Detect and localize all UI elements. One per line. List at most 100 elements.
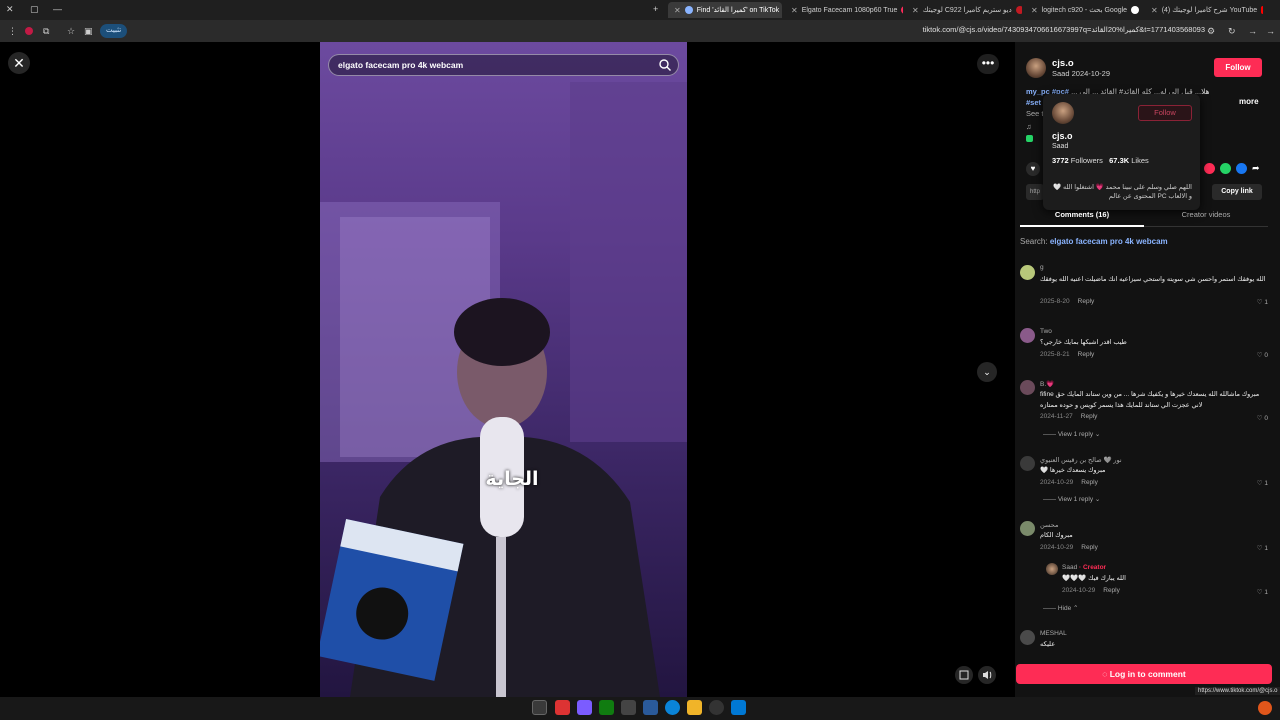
url-field[interactable]: tiktok.com/@cjs.o/video/7430934706616673… [923,25,1205,34]
follow-button[interactable]: Follow [1214,58,1262,77]
close-tab-icon[interactable]: ✕ [791,6,798,15]
forward-icon[interactable]: → [1248,25,1257,37]
close-tab-icon[interactable]: ✕ [1151,6,1158,15]
back-icon[interactable]: → [1266,25,1275,37]
reply-like[interactable]: ♡ 1 [1257,588,1268,596]
window-minimize-icon[interactable]: — [53,3,62,15]
commenter-avatar[interactable] [1020,380,1035,395]
picture-in-picture-icon[interactable] [955,666,973,684]
hide-replies-button[interactable]: —— Hide ⌃ [1043,604,1078,612]
reply-button[interactable]: Reply [1103,587,1120,594]
edge-taskbar-icon[interactable] [665,700,680,715]
comment-text: مبروك ماشالله الله يسعدك خيرها و يكفيك ش… [1040,391,1260,398]
view-replies-button[interactable]: —— View 1 reply ⌄ [1043,495,1100,503]
login-to-comment-button[interactable]: ◌ Log in to comment [1016,664,1272,684]
chrome-taskbar-icon[interactable] [532,700,547,715]
site-settings-icon[interactable]: ⚙ [1207,25,1215,37]
view-replies-button[interactable]: —— View 1 reply ⌄ [1043,430,1100,438]
followers-label: Followers [1070,156,1103,165]
comment-like[interactable]: ♡ 1 [1257,479,1268,487]
reply-username[interactable]: Saad [1062,564,1077,571]
reply-button[interactable]: Reply [1078,351,1095,358]
hovercard-follow-button[interactable]: Follow [1138,105,1192,121]
xbox-taskbar-icon[interactable] [599,700,614,715]
comment-username[interactable]: g [1040,264,1044,271]
author-username[interactable]: cjs.o [1052,58,1074,69]
extension-icon[interactable] [25,27,33,35]
hovercard-avatar[interactable] [1052,102,1074,124]
close-tab-icon[interactable]: ✕ [912,6,919,15]
comment-username[interactable]: محسن [1040,521,1058,529]
comment-username[interactable]: B.💗 [1040,380,1054,388]
comment-like[interactable]: ♡ 1 [1257,298,1268,306]
tab-title: Find 'كميرا القائد' on TikTok [696,7,780,14]
tab-comments[interactable]: Comments (16) [1020,210,1144,227]
hovercard-username[interactable]: cjs.o [1052,131,1073,141]
window-close-icon[interactable]: ✕ [6,3,14,15]
tab-tiktok[interactable]: ✕ Find 'كميرا القائد' on TikTok [668,2,782,18]
video-search-input[interactable]: elgato facecam pro 4k webcam [328,54,679,76]
comment-like[interactable]: ♡ 0 [1257,414,1268,422]
notification-badge-icon[interactable] [1258,701,1272,715]
author-avatar[interactable] [1026,58,1046,78]
copy-link-button[interactable]: Copy link [1212,184,1262,200]
comment-username[interactable]: نور 🩶 صالح بن رقيس العنيوي [1040,456,1122,464]
reply-button[interactable]: Reply [1081,479,1098,486]
tab-google-search[interactable]: ✕ logitech c920 - بحث Google [1025,2,1142,18]
discord-taskbar-icon[interactable] [577,700,592,715]
like-count: 1 [1264,299,1268,306]
effect-icon[interactable] [1026,135,1033,142]
related-search[interactable]: Search: elgato facecam pro 4k webcam [1020,237,1168,246]
comment-like[interactable]: ♡ 1 [1257,544,1268,552]
obs-taskbar-icon[interactable] [709,700,724,715]
heart-icon[interactable]: ♥ [1026,162,1040,176]
commenter-avatar[interactable] [1020,456,1035,471]
hashtag-link[interactable]: #set [1026,98,1041,107]
new-tab-icon[interactable]: + [653,3,658,15]
tab-elgato[interactable]: ✕ Elgato Facecam 1080p60 True [785,2,903,18]
facebook-icon[interactable] [1236,163,1247,174]
commenter-avatar[interactable] [1020,328,1035,343]
comment-username[interactable]: Two [1040,328,1052,335]
share-page-icon[interactable]: ▣ [84,25,93,37]
volume-icon[interactable] [978,666,996,684]
commenter-avatar[interactable] [1020,521,1035,536]
close-tab-icon[interactable]: ✕ [674,6,681,15]
file-explorer-taskbar-icon[interactable] [687,700,702,715]
share-arrow-icon[interactable]: ➦ [1252,163,1263,174]
reply-button[interactable]: Reply [1081,544,1098,551]
video-link-field[interactable]: http [1026,184,1044,200]
whatsapp-icon[interactable] [1220,163,1231,174]
menu-dots-icon[interactable]: ⋮ [8,25,17,37]
tab-logitech-c922[interactable]: ✕ لوجيتك C922 ديو ستريم كاميرا [906,2,1022,18]
install-app-chip[interactable]: تثبيت [100,24,128,38]
reply-button[interactable]: Reply [1081,413,1098,420]
close-tab-icon[interactable]: ✕ [1031,6,1038,15]
video-frame[interactable] [320,42,687,697]
windows-start-icon[interactable] [731,700,746,715]
share-embed-icon[interactable] [1204,163,1215,174]
reply-button[interactable]: Reply [1078,298,1095,305]
more-link[interactable]: more [1239,97,1259,106]
search-icon[interactable] [658,58,672,72]
tab-creator-videos[interactable]: Creator videos [1144,210,1268,227]
commenter-avatar[interactable] [1020,265,1035,280]
comment-username[interactable]: MESHAL [1040,630,1067,637]
tab-youtube[interactable]: ✕ (4) شرح كاميرا لوجيتك YouTube [1145,2,1263,18]
comment-meta: 2024-10-29 Reply [1040,479,1098,486]
extensions-puzzle-icon[interactable]: ⧉ [43,25,49,37]
window-restore-icon[interactable]: ▢ [30,3,39,15]
close-icon[interactable]: ✕ [8,52,30,74]
chevron-down-icon[interactable]: ⌄ [977,362,997,382]
app-taskbar-icon[interactable] [555,700,570,715]
related-search-query[interactable]: elgato facecam pro 4k webcam [1050,237,1168,246]
reload-icon[interactable]: ↻ [1228,25,1236,37]
commenter-avatar[interactable] [1020,630,1035,645]
creator-avatar[interactable] [1046,563,1058,575]
comment-like[interactable]: ♡ 0 [1257,351,1268,359]
bookmark-star-icon[interactable]: ☆ [67,25,75,37]
reply-author[interactable]: Saad · Creator [1062,564,1106,571]
more-options-icon[interactable]: ••• [977,54,999,74]
settings-taskbar-icon[interactable] [621,700,636,715]
store-taskbar-icon[interactable] [643,700,658,715]
